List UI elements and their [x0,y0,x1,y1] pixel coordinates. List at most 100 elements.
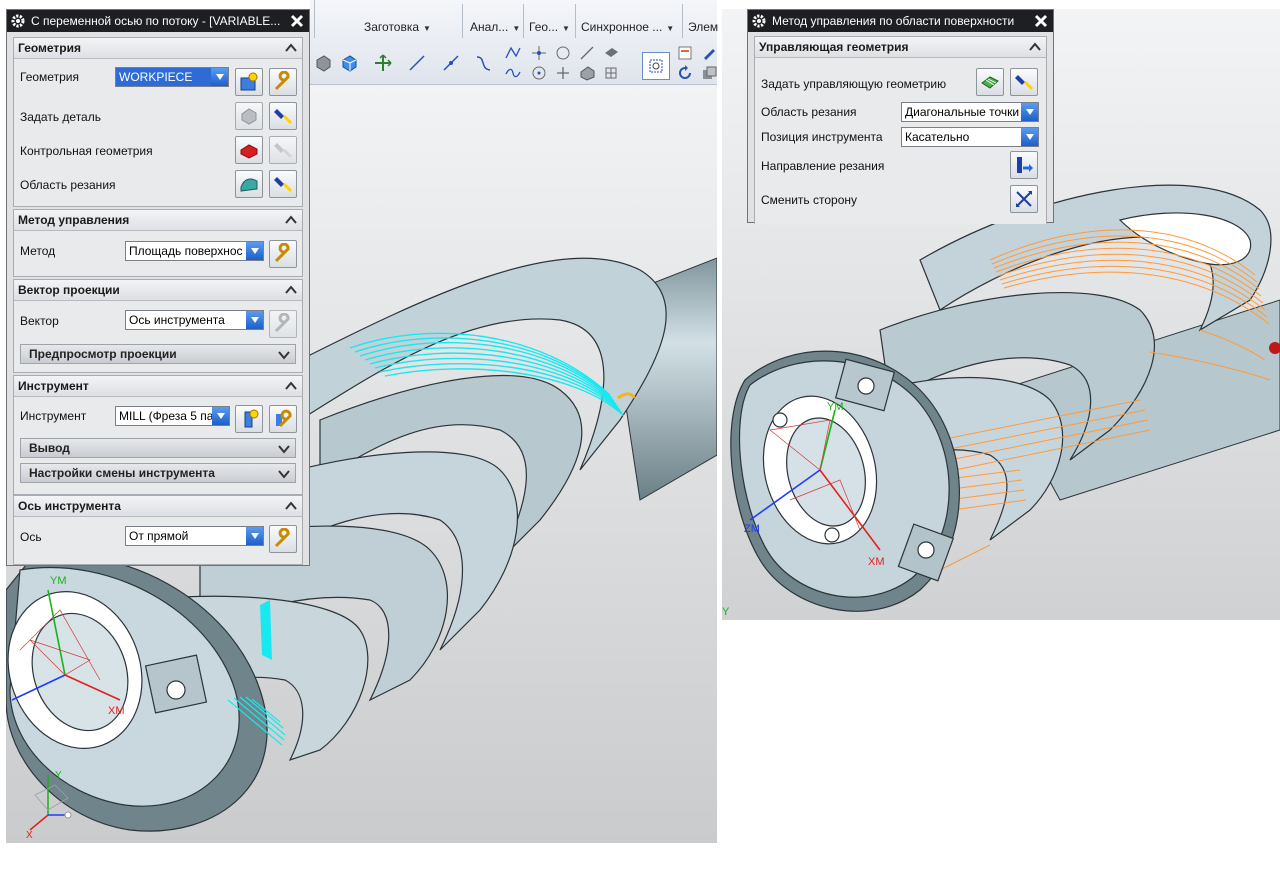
gear-icon[interactable] [10,13,26,29]
cut-direction-button[interactable] [1010,151,1038,179]
variable-contour-dialog: С переменной осью по потоку - [VARIABLE.… [6,9,310,566]
circle-icon[interactable] [552,42,574,64]
rotate-icon[interactable] [674,62,696,84]
part-geometry-button[interactable] [235,102,263,130]
curve-icon[interactable] [472,52,494,74]
axis-label-ym: YM [50,575,67,587]
axis-label-zm: ZM [744,523,760,535]
dialog-title: Метод управления по области поверхности [772,14,1015,28]
show-drive-geometry-button[interactable] [1010,68,1038,96]
edit-method-button[interactable] [269,240,297,268]
part-label: Задать деталь [20,110,101,124]
toolbar-group-synchronous[interactable]: Синхронное ... ▼ [581,20,674,34]
chevron-up-icon[interactable] [284,213,298,227]
edit-geometry-button[interactable] [269,68,297,96]
cube-icon[interactable] [338,52,360,74]
section-header-geometry[interactable]: Геометрия [14,38,302,59]
section-geometry: Геометрия Геометрия WORKPIECE Задать дет… [13,37,303,207]
vector-label: Вектор [20,314,59,328]
edit-tool-button[interactable] [269,405,297,433]
toolbar-group-blank[interactable]: Заготовка ▼ [364,20,431,34]
line-point-icon[interactable] [440,52,462,74]
point-icon[interactable] [528,42,550,64]
chevron-down-icon [277,442,291,454]
chevron-down-icon [277,467,291,479]
line-icon[interactable] [406,52,428,74]
fit-view-icon[interactable] [642,52,670,80]
drive-geometry-button[interactable] [976,68,1004,96]
tool-position-label: Позиция инструмента [761,130,883,144]
axis-select[interactable]: От прямой [125,526,264,546]
chevron-up-icon[interactable] [284,283,298,297]
layer-icon[interactable] [698,62,720,84]
chevron-up-icon[interactable] [284,499,298,513]
chevron-down-icon [277,348,291,360]
move-icon[interactable] [372,52,394,74]
close-icon[interactable] [288,12,306,30]
grid-icon[interactable] [600,62,622,84]
slash-icon[interactable] [576,42,598,64]
cut-direction-label: Направление резания [761,159,885,173]
face-icon[interactable] [600,42,622,64]
point-circle-icon[interactable] [528,62,550,84]
section-drive-geometry: Управляющая геометрия Задать управляющую… [754,36,1047,224]
axis-label-x: X [26,830,33,841]
axis-label: Ось [20,530,42,544]
tool-label: Инструмент [20,409,87,423]
dialog-title-bar[interactable]: С переменной осью по потоку - [VARIABLE.… [7,10,309,32]
toolbar-group-elements[interactable]: Элем [688,20,718,34]
cut-area-button[interactable] [235,170,263,198]
edit-vector-button[interactable] [269,310,297,338]
drive-geometry-label: Задать управляющую геометрию [761,77,947,91]
block-icon[interactable] [312,52,334,74]
section-header-drive-geometry[interactable]: Управляющая геометрия [755,37,1046,58]
chevron-down-icon [1021,128,1038,146]
solid-icon[interactable] [576,62,598,84]
doc-view-icon[interactable] [674,42,696,64]
output-subsection[interactable]: Вывод [20,438,296,458]
section-header-tool[interactable]: Инструмент [14,376,302,397]
surface-area-drive-dialog: Метод управления по области поверхности … [747,9,1054,224]
chevron-up-icon[interactable] [284,41,298,55]
check-geometry-label: Контрольная геометрия [20,144,153,158]
section-header-tool-axis[interactable]: Ось инструмента [14,496,302,517]
axis-label-y: Y [722,606,730,618]
toolbar-group-geometry[interactable]: Гео... ▼ [529,20,570,34]
section-tool: Инструмент Инструмент MILL (Фреза 5 па В… [13,375,303,495]
new-tool-button[interactable] [235,405,263,433]
chevron-up-icon[interactable] [284,379,298,393]
geometry-label: Геометрия [20,70,79,84]
axis-label-y: Y [55,770,62,781]
section-projection-vector: Вектор проекции Вектор Ось инструмента П… [13,279,303,373]
pen-icon[interactable] [698,42,720,64]
method-select[interactable]: Площадь поверхнос [125,241,264,261]
tool-position-select[interactable]: Касательно [901,127,1039,147]
gear-icon[interactable] [751,13,767,29]
chevron-up-icon[interactable] [1028,40,1042,54]
plus-icon[interactable] [552,62,574,84]
geometry-select[interactable]: WORKPIECE [115,67,229,87]
projection-preview-subsection[interactable]: Предпросмотр проекции [20,344,296,364]
close-icon[interactable] [1032,12,1050,30]
tool-change-subsection[interactable]: Настройки смены инструмента [20,463,296,483]
show-check-button[interactable] [269,136,297,164]
show-part-button[interactable] [269,102,297,130]
spline-icon[interactable] [502,42,524,64]
wave-icon[interactable] [502,62,524,84]
check-geometry-button[interactable] [235,136,263,164]
toolbar-group-analysis[interactable]: Анал... ▼ [470,20,520,34]
show-cut-area-button[interactable] [269,170,297,198]
section-tool-axis: Ось инструмента Ось От прямой [13,495,303,565]
flip-side-button[interactable] [1010,185,1038,213]
section-header-drive-method[interactable]: Метод управления [14,210,302,231]
section-header-projection-vector[interactable]: Вектор проекции [14,280,302,301]
cut-area-label: Область резания [761,105,857,119]
axis-label-ym: YM [827,401,844,413]
tool-select[interactable]: MILL (Фреза 5 па [115,406,230,426]
new-geometry-button[interactable] [235,68,263,96]
chevron-down-icon [246,311,263,329]
edit-axis-button[interactable] [269,525,297,553]
dialog-title-bar[interactable]: Метод управления по области поверхности [748,10,1053,32]
cut-area-select[interactable]: Диагональные точки [901,102,1039,122]
vector-select[interactable]: Ось инструмента [125,310,264,330]
